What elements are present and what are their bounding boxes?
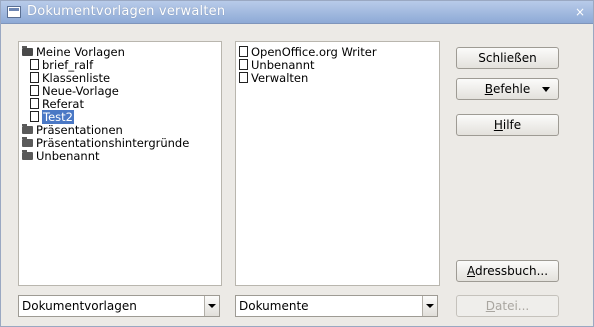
left-tree: Meine Vorlagen brief_ralf Klassenliste Neue… <box>19 45 221 163</box>
left-select-value: Dokumentvorlagen <box>22 299 137 313</box>
help-mnemonic: H <box>493 118 503 132</box>
tree-item-label: Präsentationshintergründe <box>36 136 190 150</box>
file-mnemonic: D <box>485 299 496 313</box>
tree-item-label: Verwalten <box>251 71 309 85</box>
commands-mnemonic: B <box>484 82 493 96</box>
window-title: Dokumentvorlagen verwalten <box>27 4 226 19</box>
chevron-down-icon[interactable] <box>422 296 437 316</box>
folder-icon <box>22 123 33 134</box>
document-icon <box>30 85 39 96</box>
left-category-select[interactable]: Dokumentvorlagen <box>18 295 220 317</box>
tree-item-label: Unbenannt <box>36 149 100 163</box>
addressbook-label-rest: dressbuch... <box>474 264 549 278</box>
addressbook-mnemonic: A <box>466 264 475 278</box>
document-icon <box>30 111 39 122</box>
addressbook-button[interactable]: Adressbuch... <box>456 260 559 282</box>
document-icon <box>239 72 248 83</box>
right-category-select[interactable]: Dokumente <box>235 295 438 317</box>
document-icon <box>30 98 39 109</box>
title-bar[interactable]: Dokumentvorlagen verwalten × <box>1 1 593 24</box>
commands-button-label: Befehle <box>485 82 531 96</box>
dropdown-arrow-icon <box>542 87 550 92</box>
folder-icon <box>22 136 33 147</box>
folder-icon <box>22 149 33 160</box>
right-tree: OpenOffice.org Writer Unbenannt Verwalten <box>236 46 439 85</box>
tree-item-label: brief_ralf <box>42 58 94 72</box>
tree-item-label: Test2 <box>42 110 74 124</box>
document-icon <box>239 59 248 70</box>
tree-item-label: OpenOffice.org Writer <box>251 45 377 59</box>
tree-item[interactable]: Unbenannt <box>19 149 221 163</box>
tree-item[interactable]: Verwalten <box>236 72 439 85</box>
file-label-rest: atei... <box>495 299 530 313</box>
chevron-down-icon[interactable] <box>204 296 219 316</box>
help-label-rest: ilfe <box>502 118 522 132</box>
tree-item-label: Referat <box>42 97 84 111</box>
file-button-label: Datei... <box>486 299 529 313</box>
help-button[interactable]: Hilfe <box>456 114 559 136</box>
tree-item-label: Meine Vorlagen <box>36 45 125 59</box>
addressbook-button-label: Adressbuch... <box>467 264 548 278</box>
right-select-value: Dokumente <box>239 299 309 313</box>
commands-label-rest: efehle <box>492 82 531 96</box>
dialog-window: Dokumentvorlagen verwalten × Meine Vorla… <box>0 0 594 327</box>
file-button[interactable]: Datei... <box>456 295 559 317</box>
tree-item-label: Neue-Vorlage <box>42 84 119 98</box>
close-icon[interactable]: × <box>573 5 587 19</box>
templates-category-list[interactable]: Meine Vorlagen brief_ralf Klassenliste Neue… <box>18 41 222 286</box>
help-button-label: Hilfe <box>494 118 521 132</box>
close-button[interactable]: Schließen <box>456 47 559 69</box>
commands-button[interactable]: Befehle <box>456 78 559 100</box>
document-icon <box>30 59 39 70</box>
tree-item-label: Präsentationen <box>36 123 123 137</box>
app-window-icon <box>7 6 21 18</box>
close-button-label: Schließen <box>478 51 537 65</box>
document-icon <box>239 46 248 57</box>
folder-open-icon <box>22 45 33 56</box>
documents-list[interactable]: OpenOffice.org Writer Unbenannt Verwalten <box>235 41 440 286</box>
tree-item-label: Klassenliste <box>42 71 111 85</box>
tree-item-label: Unbenannt <box>251 58 315 72</box>
document-icon <box>30 72 39 83</box>
